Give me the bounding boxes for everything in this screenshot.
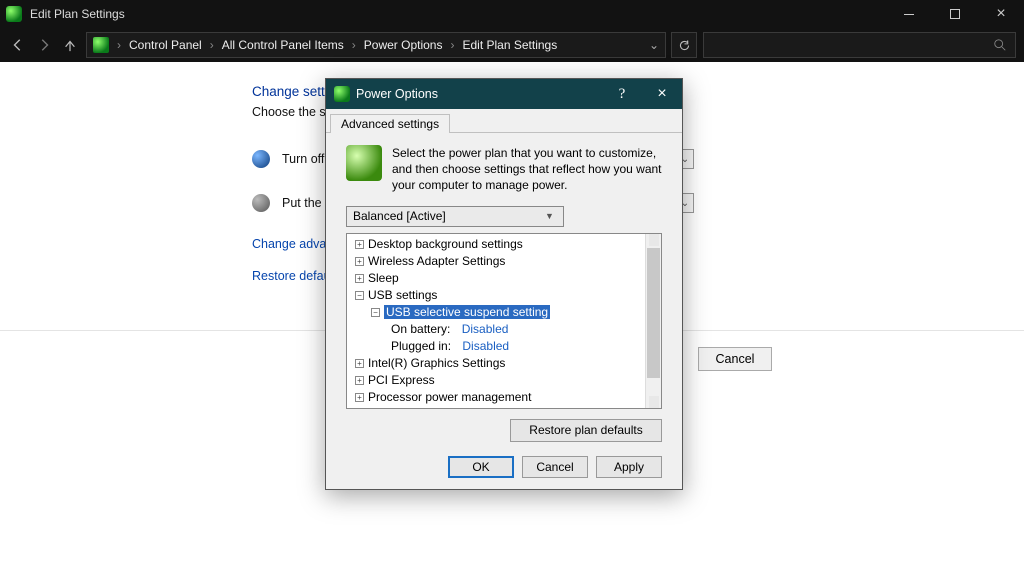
tree-item[interactable]: +Wireless Adapter Settings: [351, 253, 661, 270]
scroll-thumb[interactable]: [647, 248, 660, 378]
tree-item-usb-selective[interactable]: −USB selective suspend setting: [351, 304, 661, 321]
power-plug-icon: [346, 145, 382, 181]
settings-tree[interactable]: +Desktop background settings +Wireless A…: [346, 233, 662, 409]
restore-plan-defaults-button[interactable]: Restore plan defaults: [510, 419, 662, 442]
tree-item[interactable]: +Sleep: [351, 270, 661, 287]
dialog-titlebar: Power Options ? ×: [326, 79, 682, 109]
power-options-icon: [6, 6, 22, 22]
help-button[interactable]: ?: [602, 79, 642, 109]
titlebar: Edit Plan Settings ×: [0, 0, 1024, 28]
back-button[interactable]: [8, 35, 28, 55]
forward-button[interactable]: [34, 35, 54, 55]
power-plan-icon: [334, 86, 350, 102]
window-title: Edit Plan Settings: [30, 7, 125, 21]
sleep-icon: [252, 194, 270, 212]
tree-item-on-battery[interactable]: On battery: Disabled: [351, 321, 661, 338]
tree-item[interactable]: +Display: [351, 406, 661, 409]
power-plan-dropdown[interactable]: Balanced [Active] ▼: [346, 206, 564, 227]
breadcrumb-item[interactable]: Control Panel: [129, 38, 202, 52]
apply-button[interactable]: Apply: [596, 456, 662, 478]
ok-button[interactable]: OK: [448, 456, 514, 478]
app-window: Edit Plan Settings × › Control Panel › A…: [0, 0, 1024, 576]
tree-item[interactable]: +Processor power management: [351, 389, 661, 406]
dialog-cancel-button[interactable]: Cancel: [522, 456, 588, 478]
breadcrumb-item[interactable]: Edit Plan Settings: [462, 38, 557, 52]
power-options-dialog: Power Options ? × Advanced settings Sele…: [325, 78, 683, 490]
breadcrumb-item[interactable]: All Control Panel Items: [222, 38, 344, 52]
cancel-button[interactable]: Cancel: [698, 347, 772, 371]
tree-item[interactable]: +PCI Express: [351, 372, 661, 389]
dialog-title: Power Options: [356, 87, 438, 101]
tree-item[interactable]: +Desktop background settings: [351, 236, 661, 253]
dialog-close-button[interactable]: ×: [642, 79, 682, 109]
navbar: › Control Panel › All Control Panel Item…: [0, 28, 1024, 62]
search-box[interactable]: [703, 32, 1016, 58]
tree-item[interactable]: +Intel(R) Graphics Settings: [351, 355, 661, 372]
display-icon: [252, 150, 270, 168]
dialog-description: Select the power plan that you want to c…: [392, 145, 662, 194]
tab-advanced-settings[interactable]: Advanced settings: [330, 114, 450, 133]
chevron-down-icon[interactable]: ⌄: [649, 38, 659, 52]
close-button[interactable]: ×: [978, 0, 1024, 28]
maximize-button[interactable]: [932, 0, 978, 28]
breadcrumb-item[interactable]: Power Options: [364, 38, 443, 52]
chevron-down-icon: ▼: [542, 211, 557, 221]
tree-item-plugged-in[interactable]: Plugged in: Disabled: [351, 338, 661, 355]
minimize-button[interactable]: [886, 0, 932, 28]
folder-icon: [93, 37, 109, 53]
tabstrip: Advanced settings: [326, 109, 682, 133]
up-button[interactable]: [60, 35, 80, 55]
scrollbar[interactable]: [645, 234, 661, 408]
power-plan-selected: Balanced [Active]: [353, 209, 446, 223]
tree-item-usb[interactable]: −USB settings: [351, 287, 661, 304]
refresh-button[interactable]: [671, 32, 697, 58]
address-bar[interactable]: › Control Panel › All Control Panel Item…: [86, 32, 666, 58]
